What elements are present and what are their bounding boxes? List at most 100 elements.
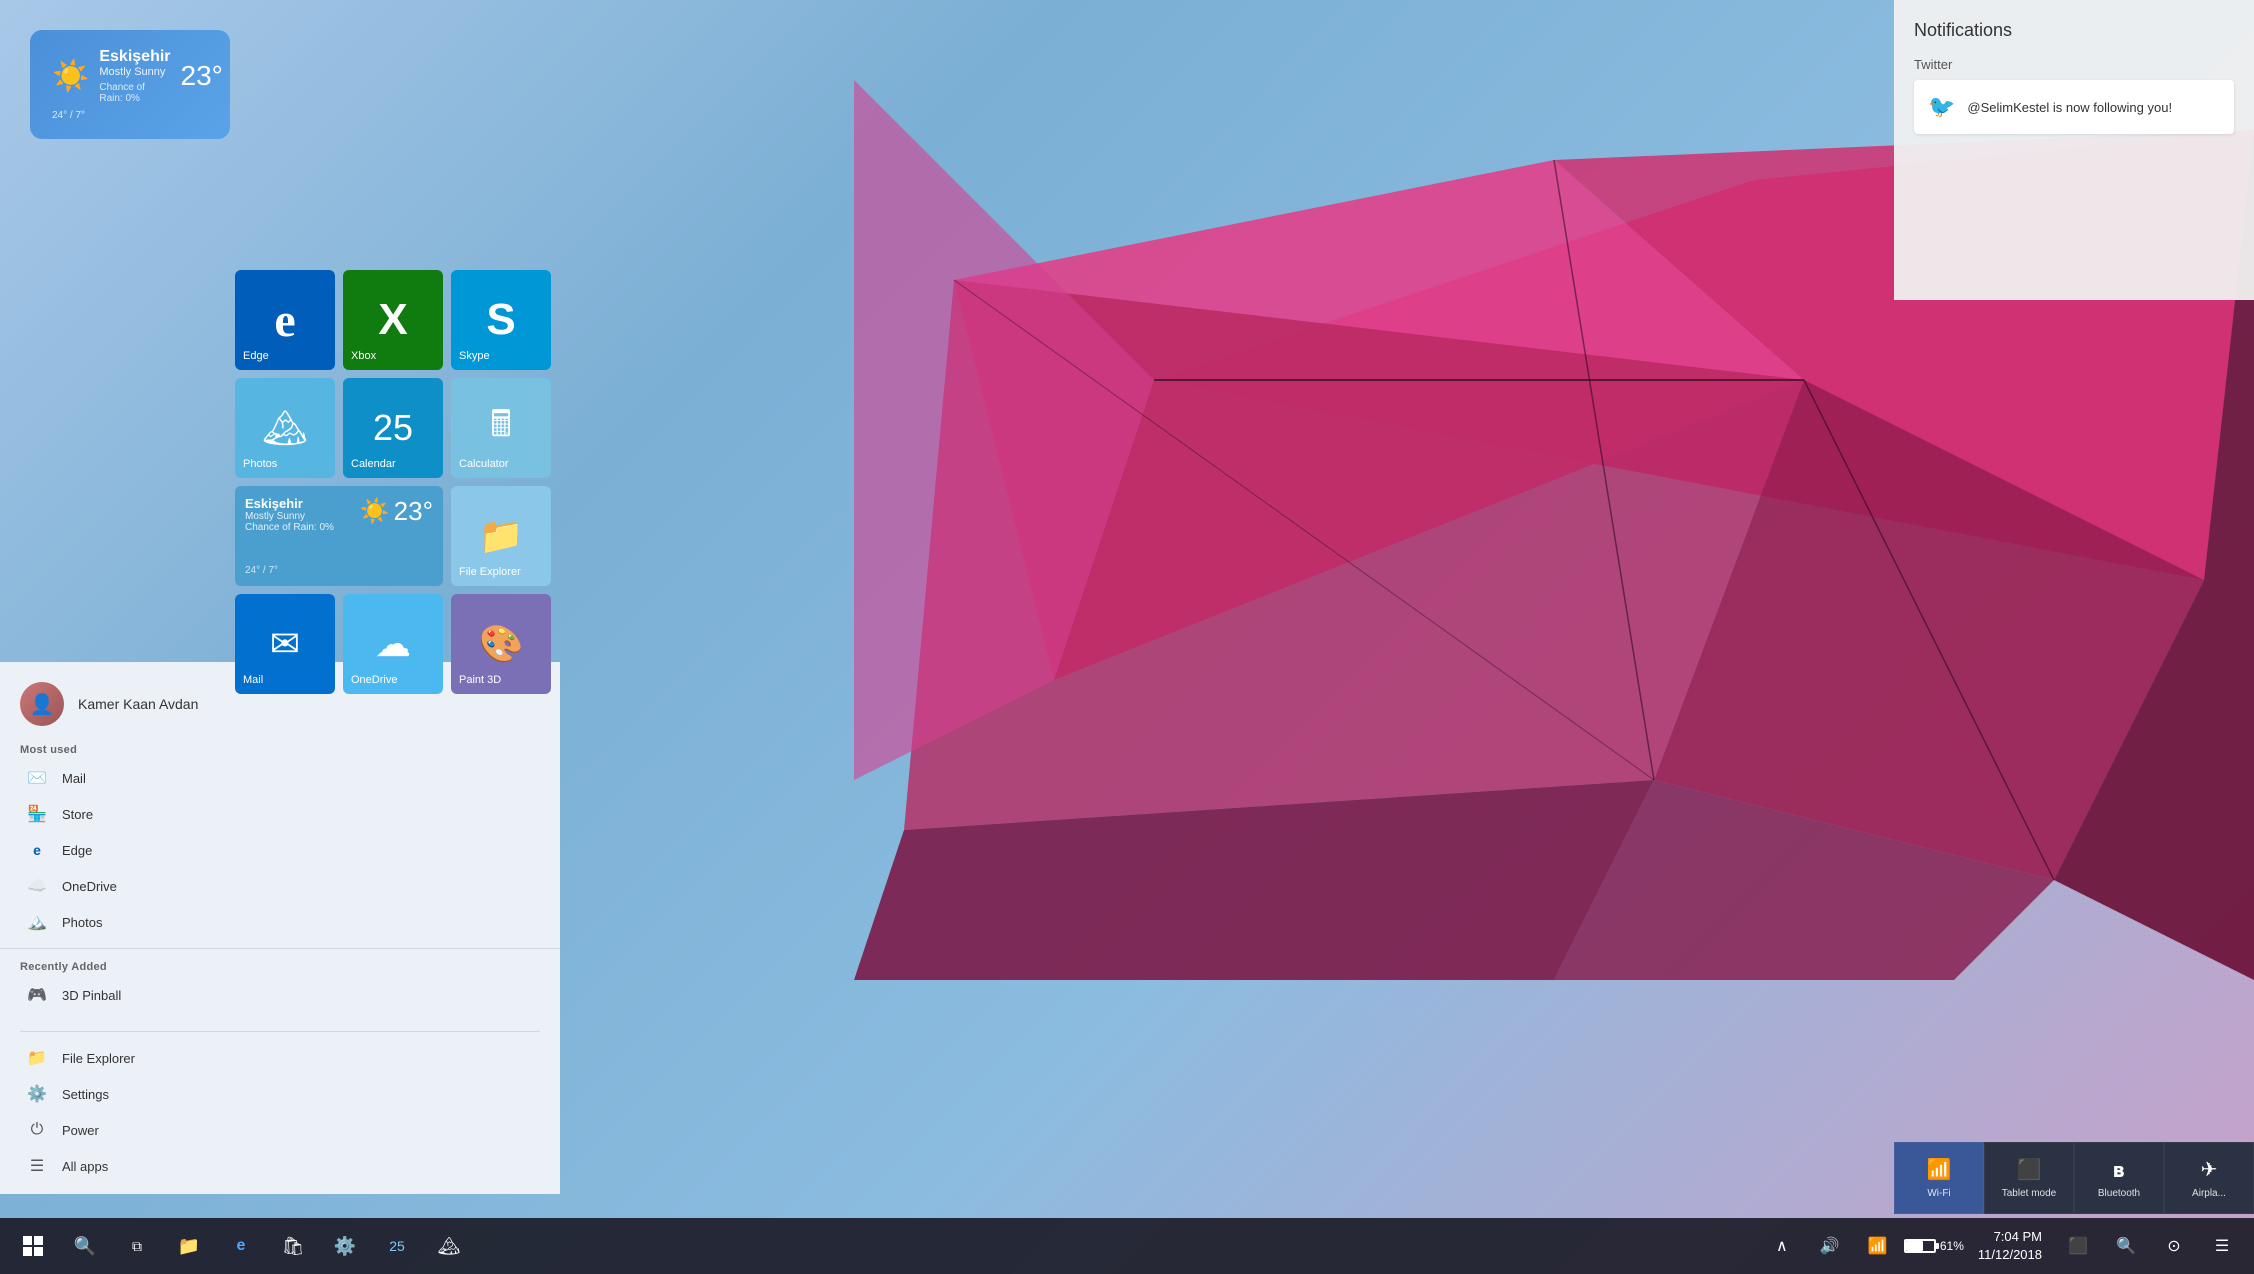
weather-city: Eskişehir — [99, 48, 170, 66]
most-used-label: Most used — [20, 744, 540, 756]
taskbar-store-icon: 🛍 — [282, 1236, 305, 1257]
tile-mail[interactable]: ✉ Mail — [235, 594, 335, 694]
taskbar-multitasking-icon: ⬛ — [2068, 1236, 2088, 1256]
app-item-store[interactable]: 🏪 Store — [20, 796, 540, 832]
taskbar-search-icon: 🔍 — [74, 1236, 96, 1257]
taskbar-notifications-btn[interactable]: ☰ — [2200, 1224, 2244, 1268]
wifi-icon: 📶 — [1927, 1157, 1952, 1182]
file-explorer-label: File Explorer — [62, 1051, 135, 1066]
weather-temp: 23° — [181, 60, 223, 92]
qa-wifi[interactable]: 📶 Wi-Fi — [1894, 1142, 1984, 1214]
weather-condition: Mostly Sunny — [99, 66, 170, 78]
power-label: Power — [62, 1123, 99, 1138]
settings-icon: ⚙️ — [26, 1083, 48, 1105]
taskbar-wifi-btn[interactable]: 📶 — [1856, 1224, 1900, 1268]
taskbar-left: 🔍 ⧉ 📁 e 🛍 ⚙️ 25 🏔 — [0, 1218, 482, 1274]
taskbar-search2-icon: 🔍 — [2116, 1236, 2136, 1256]
tile-weather[interactable]: Eskişehir Mostly Sunny Chance of Rain: 0… — [235, 486, 443, 586]
user-name: Kamer Kaan Avdan — [78, 696, 198, 712]
tile-photos-label: Photos — [243, 458, 277, 470]
notifications-panel: Notifications Twitter 🐦 @SelimKestel is … — [1894, 0, 2254, 300]
airplane-icon: ✈ — [2201, 1157, 2218, 1182]
taskbar-fileexplorer-icon: 📁 — [178, 1236, 200, 1257]
taskbar-cortana-icon: ⊙ — [2167, 1236, 2180, 1256]
twitter-notification[interactable]: 🐦 @SelimKestel is now following you! — [1914, 80, 2234, 134]
tile-calculator[interactable]: 🖩 Calculator — [451, 378, 551, 478]
qa-airplane[interactable]: ✈ Airpla... — [2164, 1142, 2254, 1214]
taskbar-search2-btn[interactable]: 🔍 — [2104, 1224, 2148, 1268]
app-label-3dpinball: 3D Pinball — [62, 988, 121, 1003]
taskbar-calendar-btn[interactable]: 25 — [372, 1218, 422, 1274]
tile-calendar-date: 25 — [373, 407, 413, 449]
battery-percent: 61% — [1940, 1239, 1964, 1253]
taskbar-search-btn[interactable]: 🔍 — [60, 1218, 110, 1274]
all-apps-item[interactable]: ☰ All apps — [20, 1148, 540, 1184]
tile-calendar-label: Calendar — [351, 458, 396, 470]
battery-fill — [1906, 1241, 1923, 1251]
taskbar-taskview-btn[interactable]: ⧉ — [112, 1218, 162, 1274]
app-label-onedrive: OneDrive — [62, 879, 117, 894]
taskbar-settings-icon: ⚙️ — [334, 1236, 356, 1257]
quick-actions-panel: 📶 Wi-Fi ⬛ Tablet mode ʙ Bluetooth ✈ Airp… — [1894, 1142, 2254, 1214]
notifications-title: Notifications — [1914, 20, 2234, 41]
qa-bluetooth[interactable]: ʙ Bluetooth — [2074, 1142, 2164, 1214]
taskbar-edge-btn[interactable]: e — [216, 1218, 266, 1274]
tile-calendar[interactable]: 25 Calendar — [343, 378, 443, 478]
app-item-photos[interactable]: 🏔️ Photos — [20, 904, 540, 940]
taskbar: 🔍 ⧉ 📁 e 🛍 ⚙️ 25 🏔 ∧ 🔊 📶 — [0, 1218, 2254, 1274]
taskbar-multitasking-btn[interactable]: ⬛ — [2056, 1224, 2100, 1268]
app-item-edge[interactable]: e Edge — [20, 832, 540, 868]
tile-onedrive[interactable]: ☁ OneDrive — [343, 594, 443, 694]
taskbar-settings-btn[interactable]: ⚙️ — [320, 1218, 370, 1274]
tile-skype[interactable]: S Skype — [451, 270, 551, 370]
tile-paint3d-icon: 🎨 — [479, 623, 524, 665]
app-item-onedrive[interactable]: ☁️ OneDrive — [20, 868, 540, 904]
power-item[interactable]: ⏻ Power — [20, 1112, 540, 1148]
most-used-section: Most used ✉️ Mail 🏪 Store e Edge ☁️ OneD… — [0, 740, 560, 940]
taskbar-right: ∧ 🔊 📶 61% 7:04 PM 11/12/2018 ⬛ 🔍 ⊙ ☰ — [1760, 1224, 2254, 1268]
tile-calculator-label: Calculator — [459, 458, 509, 470]
tile-skype-label: Skype — [459, 350, 490, 362]
taskbar-store-btn[interactable]: 🛍 — [268, 1218, 318, 1274]
taskbar-photos-btn[interactable]: 🏔 — [424, 1218, 474, 1274]
taskbar-time-block[interactable]: 7:04 PM 11/12/2018 — [1968, 1228, 2052, 1264]
taskbar-cortana-btn[interactable]: ⊙ — [2152, 1224, 2196, 1268]
tile-fileexplorer-label: File Explorer — [459, 566, 521, 578]
user-avatar: 👤 — [20, 682, 64, 726]
app-label-photos: Photos — [62, 915, 102, 930]
weather-widget[interactable]: ☀️ Eskişehir Mostly Sunny Chance of Rain… — [30, 30, 230, 139]
tile-skype-icon: S — [486, 295, 515, 345]
settings-item[interactable]: ⚙️ Settings — [20, 1076, 540, 1112]
tile-mail-label: Mail — [243, 674, 263, 686]
weather-range: 24° / 7° — [52, 110, 208, 121]
app-item-mail[interactable]: ✉️ Mail — [20, 760, 540, 796]
tile-calculator-icon: 🖩 — [490, 398, 512, 459]
qa-tablet[interactable]: ⬛ Tablet mode — [1984, 1142, 2074, 1214]
divider-2 — [20, 1031, 540, 1032]
tile-weather-rain: Chance of Rain: 0% — [245, 522, 334, 533]
tile-paint3d[interactable]: 🎨 Paint 3D — [451, 594, 551, 694]
taskbar-fileexplorer-btn[interactable]: 📁 — [164, 1218, 214, 1274]
tile-edge[interactable]: e Edge — [235, 270, 335, 370]
tile-fileexplorer[interactable]: 📁 File Explorer — [451, 486, 551, 586]
tile-photos[interactable]: 🏔 Photos — [235, 378, 335, 478]
twitter-bird-icon: 🐦 — [1928, 94, 1955, 120]
file-explorer-icon: 📁 — [26, 1047, 48, 1069]
taskbar-chevron-btn[interactable]: ∧ — [1760, 1224, 1804, 1268]
tile-xbox[interactable]: X Xbox — [343, 270, 443, 370]
taskbar-time: 7:04 PM — [1994, 1228, 2042, 1246]
pinball-icon: 🎮 — [26, 984, 48, 1006]
tile-weather-temp: 23° — [394, 496, 433, 527]
tile-xbox-label: Xbox — [351, 350, 376, 362]
onedrive-icon: ☁️ — [26, 875, 48, 897]
app-item-3dpinball[interactable]: 🎮 3D Pinball — [20, 977, 540, 1013]
qa-wifi-label: Wi-Fi — [1927, 1188, 1950, 1199]
tiles-grid: e Edge X Xbox S Skype 🏔 Photos 25 Calend… — [235, 270, 551, 694]
taskbar-taskview-icon: ⧉ — [132, 1238, 142, 1255]
recently-added-label: Recently Added — [20, 961, 540, 973]
taskbar-battery[interactable]: 61% — [1904, 1239, 1964, 1253]
tile-fileexplorer-icon: 📁 — [479, 515, 524, 557]
taskbar-volume-btn[interactable]: 🔊 — [1808, 1224, 1852, 1268]
file-explorer-item[interactable]: 📁 File Explorer — [20, 1040, 540, 1076]
start-button[interactable] — [8, 1218, 58, 1274]
